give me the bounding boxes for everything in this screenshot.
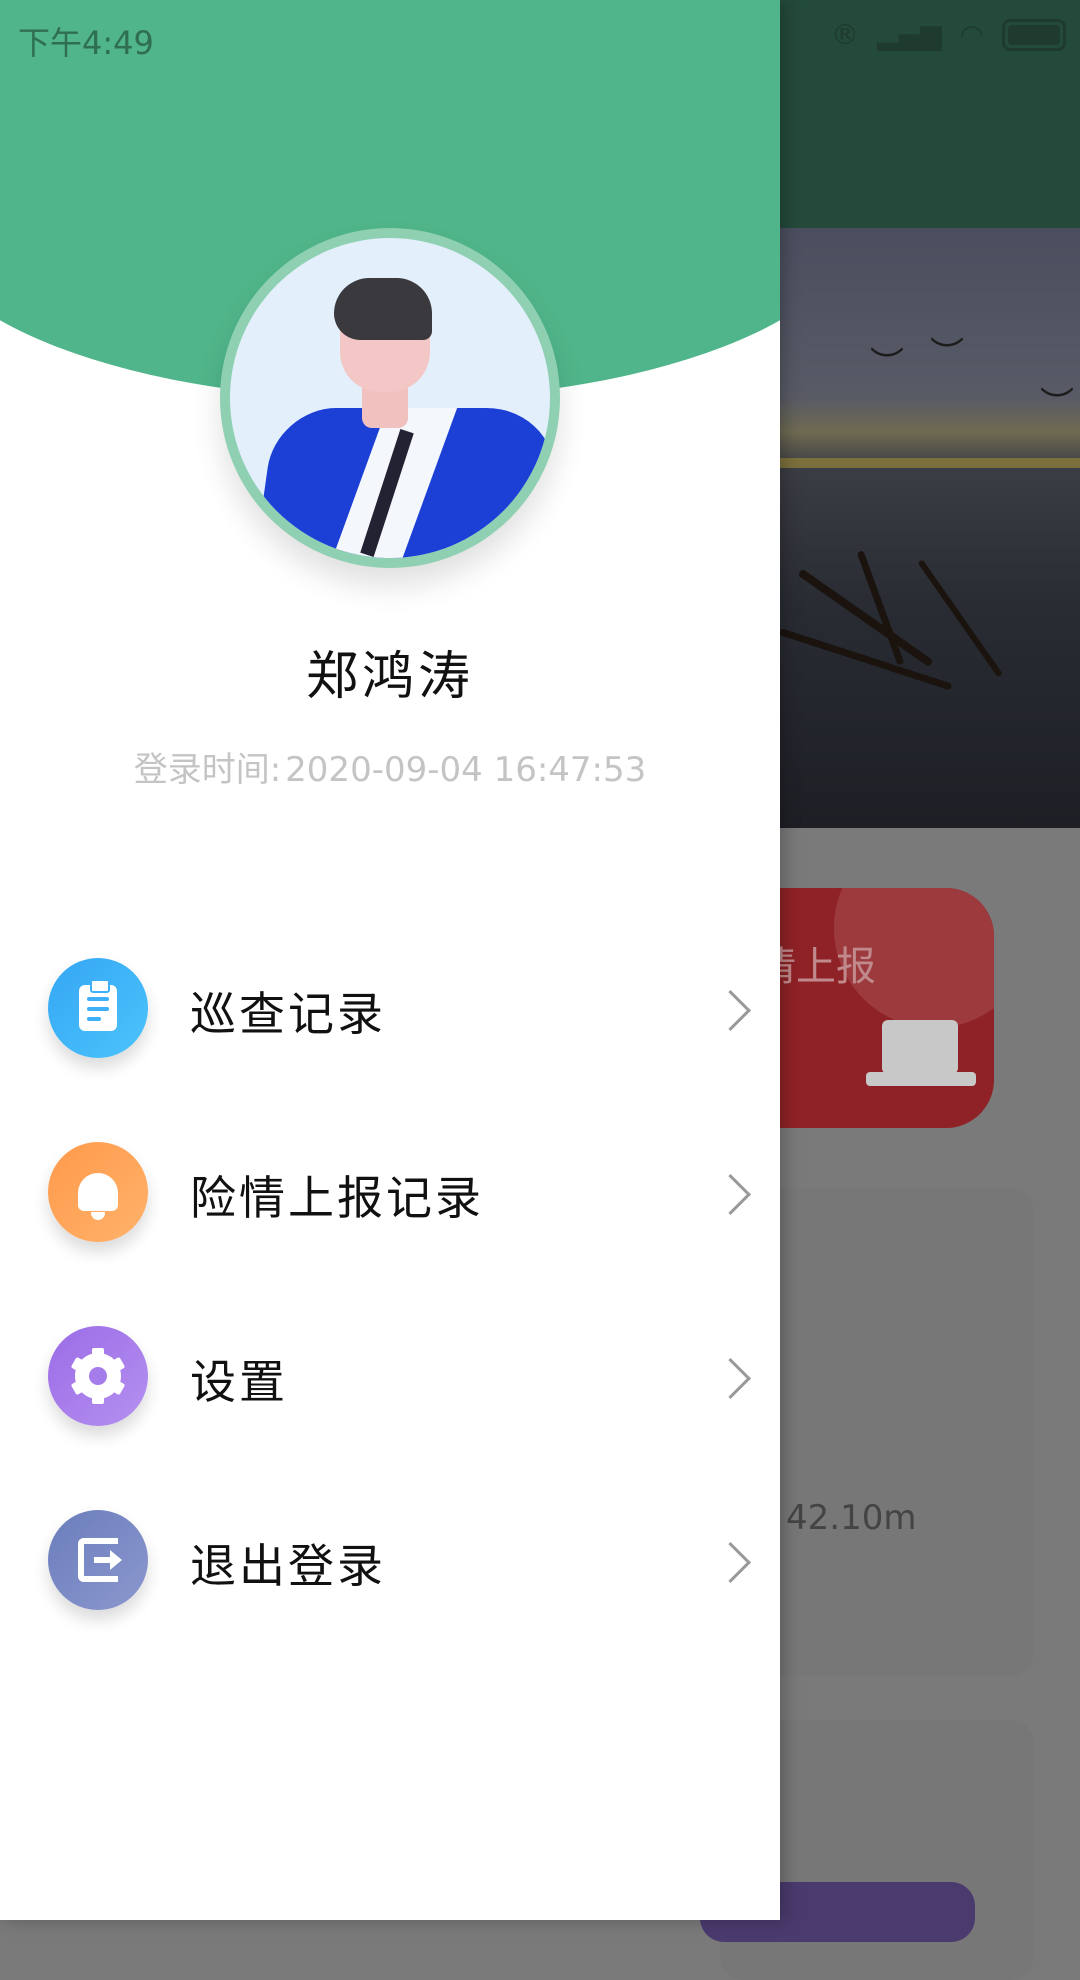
logout-icon	[48, 1510, 148, 1610]
wifi-icon: ◠	[959, 18, 984, 51]
bell-icon	[48, 1142, 148, 1242]
menu-item-patrol-records[interactable]: 巡查记录	[0, 940, 780, 1124]
upload-folder-icon	[882, 1020, 958, 1074]
login-time-label: 登录时间:	[133, 750, 282, 790]
menu-item-label: 险情上报记录	[190, 1171, 484, 1225]
login-time: 登录时间: 2020-09-04 16:47:53	[0, 742, 780, 791]
battery-icon	[1002, 18, 1066, 51]
login-time-value: 2020-09-04 16:47:53	[285, 750, 647, 790]
navigation-drawer: 下午4:49 郑鸿涛 登录时间: 2020-09-04 16:47:53 巡查记录	[0, 0, 780, 1920]
menu-item-logout[interactable]: 退出登录	[0, 1492, 780, 1676]
menu-item-label: 设置	[190, 1355, 288, 1409]
status-time: 下午4:49	[18, 24, 154, 62]
chevron-right-icon	[709, 1541, 752, 1584]
menu-item-hazard-report-records[interactable]: 险情上报记录	[0, 1124, 780, 1308]
user-name: 郑鸿涛	[305, 647, 474, 707]
chevron-right-icon	[709, 1357, 752, 1400]
status-icons: ® ▂▄▆ ◠	[831, 18, 1066, 51]
chevron-right-icon	[709, 989, 752, 1032]
avatar-image	[230, 238, 550, 558]
clipboard-icon	[48, 958, 148, 1058]
avatar[interactable]	[220, 228, 560, 568]
drawer-menu: 巡查记录 险情上报记录 设置 退出登录	[0, 940, 780, 1676]
menu-item-label: 巡查记录	[190, 987, 386, 1041]
signal-icon: ▂▄▆	[876, 18, 942, 51]
menu-item-label: 退出登录	[190, 1539, 386, 1593]
gear-icon	[48, 1326, 148, 1426]
water-level-value: 42.10m	[786, 1498, 917, 1538]
registered-icon: ®	[830, 18, 859, 51]
menu-item-settings[interactable]: 设置	[0, 1308, 780, 1492]
chevron-right-icon	[709, 1173, 752, 1216]
